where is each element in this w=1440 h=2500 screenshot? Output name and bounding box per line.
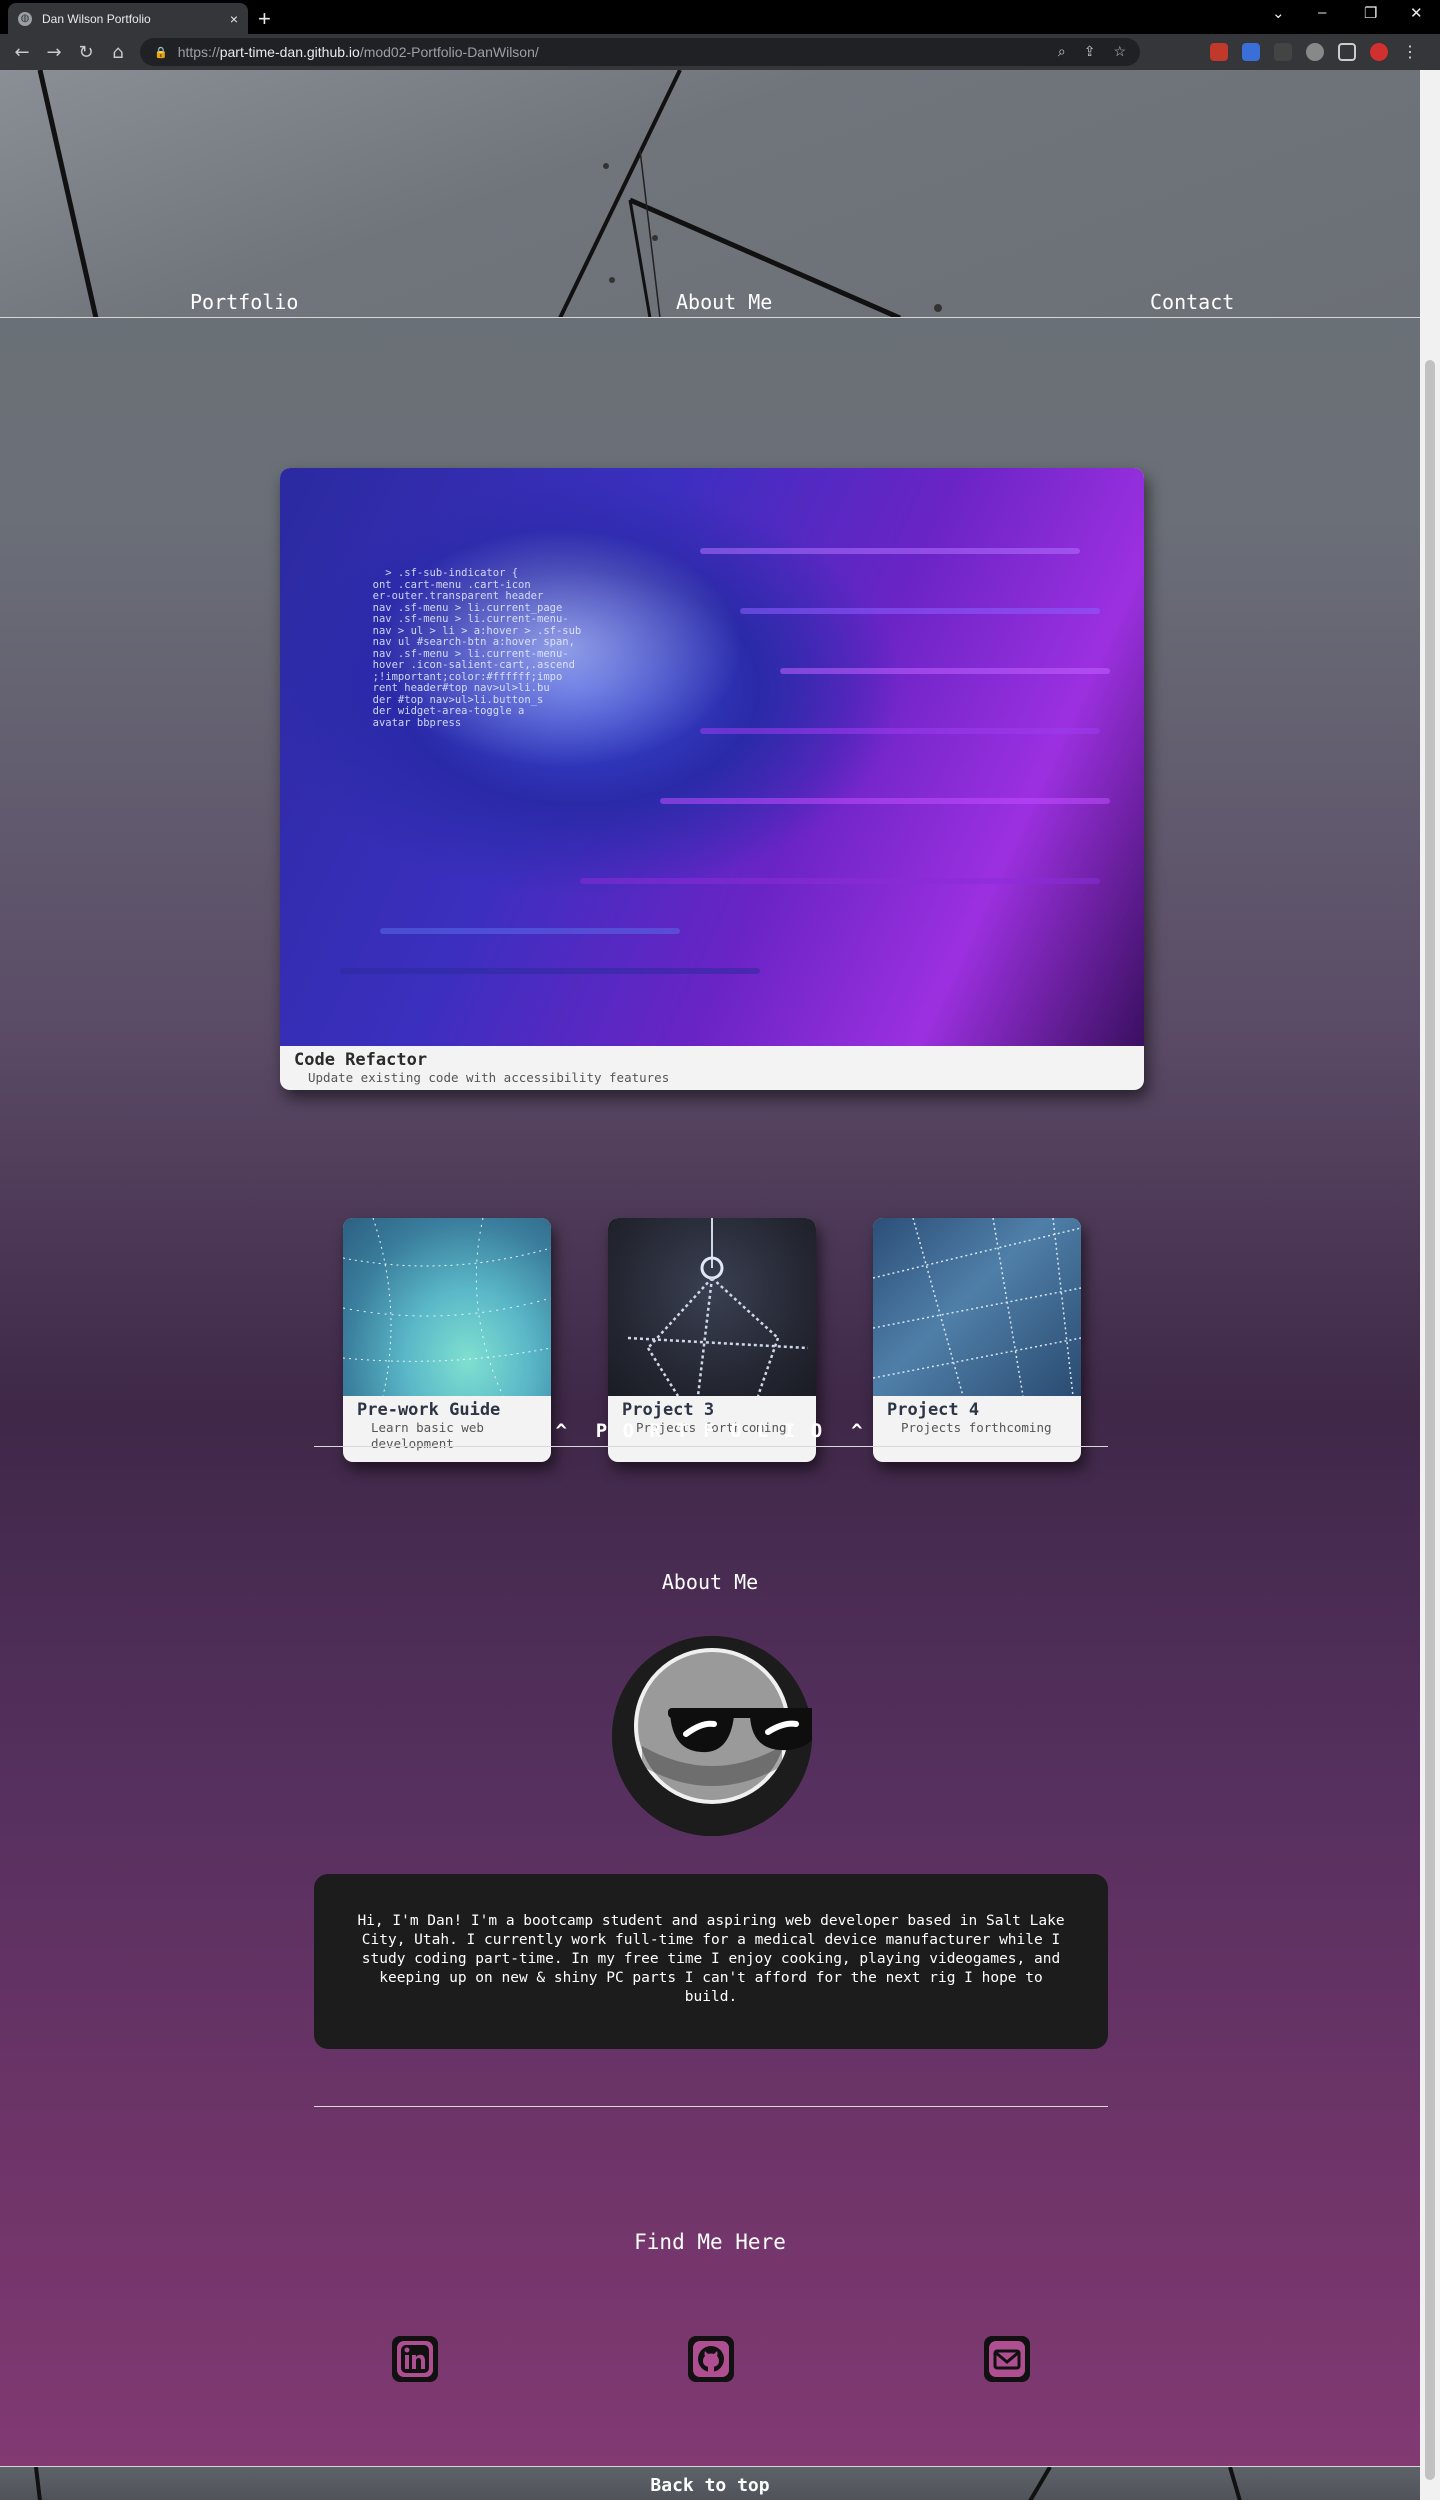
address-bar[interactable]: 🔒 https:// part-time-dan.github.io /mod0…: [140, 38, 1140, 66]
featured-project-image: > .sf-sub-indicator { ont .cart-menu .ca…: [280, 468, 1144, 1046]
github-icon[interactable]: [688, 2336, 734, 2382]
code-overlay: > .sf-sub-indicator { ont .cart-menu .ca…: [372, 567, 582, 729]
bookmark-star-icon[interactable]: ☆: [1113, 43, 1126, 60]
project-image-dewdrops: [343, 1218, 551, 1396]
share-icon[interactable]: ⇪: [1084, 43, 1096, 60]
reload-icon[interactable]: ↻: [70, 42, 102, 63]
tab-search-icon[interactable]: ⌄: [1272, 4, 1285, 22]
tab-title: Dan Wilson Portfolio: [42, 11, 151, 26]
about-heading: About Me: [661, 1570, 759, 1594]
bio-card: Hi, I'm Dan! I'm a bootcamp student and …: [314, 1874, 1108, 2049]
new-tab-button[interactable]: +: [258, 6, 271, 32]
nav-link-portfolio[interactable]: Portfolio: [190, 290, 298, 314]
nav-link-about[interactable]: About Me: [676, 290, 772, 314]
minimize-button[interactable]: –: [1318, 4, 1326, 21]
site-footer: Back to top: [0, 2466, 1420, 2500]
sunglasses-avatar-icon: [612, 1636, 828, 1836]
close-window-button[interactable]: ✕: [1410, 4, 1423, 22]
forward-icon[interactable]: →: [38, 42, 70, 63]
section-divider: [314, 2106, 1108, 2107]
back-icon[interactable]: ←: [6, 42, 38, 63]
header-background-art: [37, 70, 942, 317]
section-divider: [314, 1446, 1108, 1447]
project-title: Project 3: [622, 1400, 715, 1420]
project-image-web-droplets: [608, 1218, 816, 1396]
url-prefix: https://: [177, 44, 220, 60]
featured-project-title: Code Refactor: [294, 1050, 428, 1070]
globe-icon: ◍: [18, 11, 32, 26]
bio-text: Hi, I'm Dan! I'm a bootcamp student and …: [357, 1913, 1065, 2005]
browser-toolbar: ← → ↻ ⌂ 🔒 https:// part-time-dan.github.…: [0, 34, 1440, 70]
avatar: [612, 1636, 828, 1836]
browser-tab[interactable]: ◍ Dan Wilson Portfolio ×: [8, 3, 248, 34]
lock-icon: 🔒: [154, 46, 168, 59]
project-image-blue-web: [873, 1218, 1081, 1396]
contact-heading: Find Me Here: [634, 2230, 786, 2254]
portfolio-heading: ^ P O R T F O L I O ^: [555, 1420, 865, 1442]
home-icon[interactable]: ⌂: [102, 42, 134, 63]
scrollbar-thumb[interactable]: [1425, 360, 1435, 2480]
profile-avatar[interactable]: [1370, 42, 1388, 61]
zoom-icon[interactable]: ⌕: [1058, 43, 1066, 60]
page-viewport: Portfolio About Me Contact > .sf-sub-ind…: [0, 70, 1420, 2500]
site-header: Portfolio About Me Contact: [0, 70, 1420, 318]
url-host: part-time-dan.github.io: [219, 44, 360, 60]
extension-icon[interactable]: [1274, 42, 1292, 61]
puzzle-extensions-icon[interactable]: [1306, 42, 1324, 61]
back-to-top-link[interactable]: Back to top: [0, 2475, 1420, 2496]
nav-link-contact[interactable]: Contact: [1150, 290, 1234, 314]
project-title: Project 4: [887, 1400, 980, 1420]
restore-button[interactable]: ❐: [1364, 4, 1377, 22]
tab-close-icon[interactable]: ×: [230, 11, 238, 27]
extension-icon[interactable]: [1210, 42, 1228, 61]
email-icon[interactable]: [984, 2336, 1030, 2382]
side-panel-icon[interactable]: [1338, 42, 1356, 61]
main-nav: Portfolio About Me Contact: [0, 290, 1420, 316]
linkedin-icon[interactable]: [392, 2336, 438, 2382]
browser-tab-bar: ◍ Dan Wilson Portfolio × + ⌄ – ❐ ✕: [0, 0, 1440, 34]
featured-project-subtitle: Update existing code with accessibility …: [308, 1070, 670, 1085]
project-title: Pre-work Guide: [357, 1400, 501, 1420]
featured-project-card[interactable]: > .sf-sub-indicator { ont .cart-menu .ca…: [280, 468, 1144, 1090]
page-scrollbar[interactable]: [1420, 70, 1440, 2500]
menu-kebab-icon[interactable]: ⋮: [1402, 42, 1418, 61]
translate-extension-icon[interactable]: [1242, 42, 1260, 61]
url-path: /mod02-Portfolio-DanWilson/: [359, 44, 539, 60]
